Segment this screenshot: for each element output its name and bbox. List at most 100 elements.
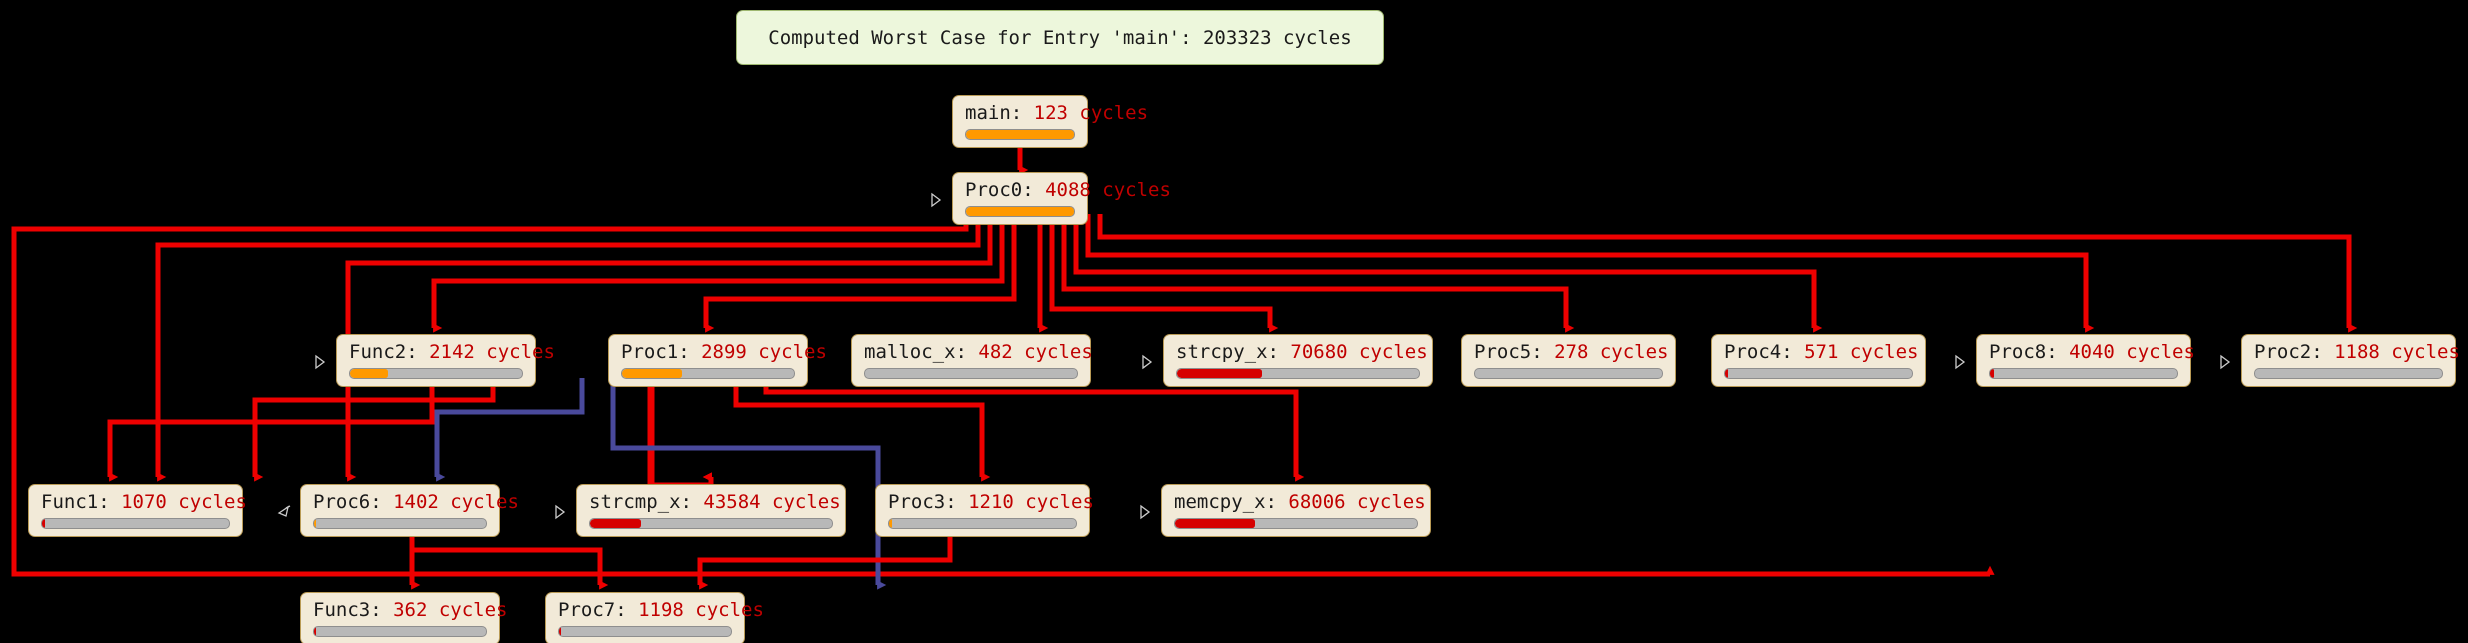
expander-icon-func2[interactable] bbox=[312, 352, 328, 372]
node-label-proc4: Proc4: 571 cycles bbox=[1724, 341, 1918, 363]
cycle-bar-fill-strcmp_x bbox=[590, 519, 641, 528]
node-proc8[interactable]: Proc8: 4040 cycles bbox=[1976, 334, 2195, 387]
cycle-bar-fill-func3 bbox=[314, 627, 317, 636]
node-label-proc8: Proc8: 4040 cycles bbox=[1989, 341, 2195, 363]
node-label-strcmp_x: strcmp_x: 43584 cycles bbox=[589, 491, 841, 513]
node-value-func2: 2142 cycles bbox=[429, 341, 555, 363]
node-label-func2: Func2: 2142 cycles bbox=[349, 341, 555, 363]
node-label-proc5: Proc5: 278 cycles bbox=[1474, 341, 1668, 363]
edge-proc1-to-strcmp bbox=[647, 378, 714, 488]
node-proc1[interactable]: Proc1: 2899 cycles bbox=[608, 334, 827, 387]
node-proc5[interactable]: Proc5: 278 cycles bbox=[1461, 334, 1676, 387]
node-main[interactable]: main: 123 cycles bbox=[952, 95, 1148, 148]
node-memcpy_x[interactable]: memcpy_x: 68006 cycles bbox=[1161, 484, 1431, 537]
node-proc2[interactable]: Proc2: 1188 cycles bbox=[2241, 334, 2460, 387]
node-proc6[interactable]: Proc6: 1402 cycles bbox=[300, 484, 519, 537]
node-value-malloc_x: 482 cycles bbox=[978, 341, 1093, 363]
cycle-bar-fill-func2 bbox=[350, 369, 388, 378]
cycle-bar-func2 bbox=[349, 368, 523, 379]
summary-title-text: Computed Worst Case for Entry 'main': 20… bbox=[768, 26, 1352, 49]
node-name-strcmp_x: strcmp_x: bbox=[589, 491, 704, 513]
cycle-bar-fill-memcpy_x bbox=[1175, 519, 1255, 528]
node-value-proc5: 278 cycles bbox=[1554, 341, 1669, 363]
node-name-proc1: Proc1: bbox=[621, 341, 702, 363]
edge-proc0-to-strcpy bbox=[1049, 214, 1279, 333]
edge-proc1-to-memcpy bbox=[763, 378, 1305, 482]
node-label-proc2: Proc2: 1188 cycles bbox=[2254, 341, 2460, 363]
node-value-proc8: 4040 cycles bbox=[2069, 341, 2195, 363]
node-name-memcpy_x: memcpy_x: bbox=[1174, 491, 1289, 513]
cycle-bar-func1 bbox=[41, 518, 230, 529]
node-value-proc1: 2899 cycles bbox=[701, 341, 827, 363]
expander-icon-strcmp_x[interactable] bbox=[552, 502, 568, 522]
node-value-strcmp_x: 43584 cycles bbox=[703, 491, 841, 513]
node-value-proc6: 1402 cycles bbox=[393, 491, 519, 513]
node-value-memcpy_x: 68006 cycles bbox=[1288, 491, 1426, 513]
expander-icon-strcpy_x[interactable] bbox=[1139, 352, 1155, 372]
node-label-proc0: Proc0: 4088 cycles bbox=[965, 179, 1171, 201]
node-name-func2: Func2: bbox=[349, 341, 430, 363]
cycle-bar-proc4 bbox=[1724, 368, 1913, 379]
node-name-proc4: Proc4: bbox=[1724, 341, 1805, 363]
cycle-bar-proc2 bbox=[2254, 368, 2443, 379]
edge-func2-to-proc6 bbox=[252, 378, 496, 482]
node-name-malloc_x: malloc_x: bbox=[864, 341, 979, 363]
node-proc7[interactable]: Proc7: 1198 cycles bbox=[545, 592, 764, 643]
node-label-malloc_x: malloc_x: 482 cycles bbox=[864, 341, 1093, 363]
cycle-bar-proc7 bbox=[558, 626, 732, 637]
cycle-bar-fill-strcpy_x bbox=[1177, 369, 1262, 378]
expander-icon-proc0[interactable] bbox=[928, 190, 944, 210]
node-name-proc8: Proc8: bbox=[1989, 341, 2070, 363]
node-strcpy_x[interactable]: strcpy_x: 70680 cycles bbox=[1163, 334, 1433, 387]
summary-title-box: Computed Worst Case for Entry 'main': 20… bbox=[736, 10, 1384, 65]
node-label-proc7: Proc7: 1198 cycles bbox=[558, 599, 764, 621]
edge-proc0-to-proc2 bbox=[1097, 214, 2358, 333]
edge-proc0-to-proc4 bbox=[1073, 214, 1823, 333]
cycle-bar-fill-func1 bbox=[42, 519, 45, 528]
edge-proc0-to-proc1 bbox=[703, 214, 1017, 333]
edge-func2-to-func1 bbox=[107, 378, 435, 482]
node-name-func3: Func3: bbox=[313, 599, 394, 621]
expander-icon-proc8[interactable] bbox=[1952, 352, 1968, 372]
edge-proc1-to-proc7 bbox=[610, 378, 887, 590]
node-name-proc6: Proc6: bbox=[313, 491, 394, 513]
cycle-bar-memcpy_x bbox=[1174, 518, 1418, 529]
edge-proc1-to-proc6 bbox=[434, 378, 585, 482]
expander-icon-proc6[interactable] bbox=[276, 502, 292, 522]
edge-layer bbox=[11, 137, 2358, 590]
cycle-bar-proc8 bbox=[1989, 368, 2178, 379]
node-label-func3: Func3: 362 cycles bbox=[313, 599, 507, 621]
node-label-main: main: 123 cycles bbox=[965, 102, 1148, 124]
node-func1[interactable]: Func1: 1070 cycles bbox=[28, 484, 247, 537]
edge-proc1-to-strcmp bbox=[649, 378, 714, 491]
node-name-proc2: Proc2: bbox=[2254, 341, 2335, 363]
node-proc4[interactable]: Proc4: 571 cycles bbox=[1711, 334, 1926, 387]
node-proc0[interactable]: Proc0: 4088 cycles bbox=[952, 172, 1171, 225]
edge-proc0-to-func2 bbox=[431, 214, 1005, 333]
cycle-bar-fill-proc0 bbox=[966, 207, 1074, 216]
node-value-func1: 1070 cycles bbox=[121, 491, 247, 513]
node-name-proc0: Proc0: bbox=[965, 179, 1046, 201]
node-label-func1: Func1: 1070 cycles bbox=[41, 491, 247, 513]
node-name-main: main: bbox=[965, 102, 1034, 124]
node-malloc_x[interactable]: malloc_x: 482 cycles bbox=[851, 334, 1093, 387]
cycle-bar-fill-proc7 bbox=[559, 627, 562, 636]
node-strcmp_x[interactable]: strcmp_x: 43584 cycles bbox=[576, 484, 846, 537]
expander-icon-proc2[interactable] bbox=[2217, 352, 2233, 372]
node-value-proc3: 1210 cycles bbox=[968, 491, 1094, 513]
node-func2[interactable]: Func2: 2142 cycles bbox=[336, 334, 555, 387]
cycle-bar-func3 bbox=[313, 626, 487, 637]
cycle-bar-proc1 bbox=[621, 368, 795, 379]
node-value-func3: 362 cycles bbox=[393, 599, 508, 621]
cycle-bar-proc5 bbox=[1474, 368, 1663, 379]
node-proc3[interactable]: Proc3: 1210 cycles bbox=[875, 484, 1094, 537]
expander-icon-memcpy_x[interactable] bbox=[1137, 502, 1153, 522]
cycle-bar-strcpy_x bbox=[1176, 368, 1420, 379]
node-label-strcpy_x: strcpy_x: 70680 cycles bbox=[1176, 341, 1428, 363]
cycle-bar-strcmp_x bbox=[589, 518, 833, 529]
node-func3[interactable]: Func3: 362 cycles bbox=[300, 592, 507, 643]
cycle-bar-fill-proc4 bbox=[1725, 369, 1728, 378]
cycle-bar-fill-proc1 bbox=[622, 369, 683, 378]
edge-proc0-to-proc5 bbox=[1061, 214, 1575, 333]
node-name-proc7: Proc7: bbox=[558, 599, 639, 621]
